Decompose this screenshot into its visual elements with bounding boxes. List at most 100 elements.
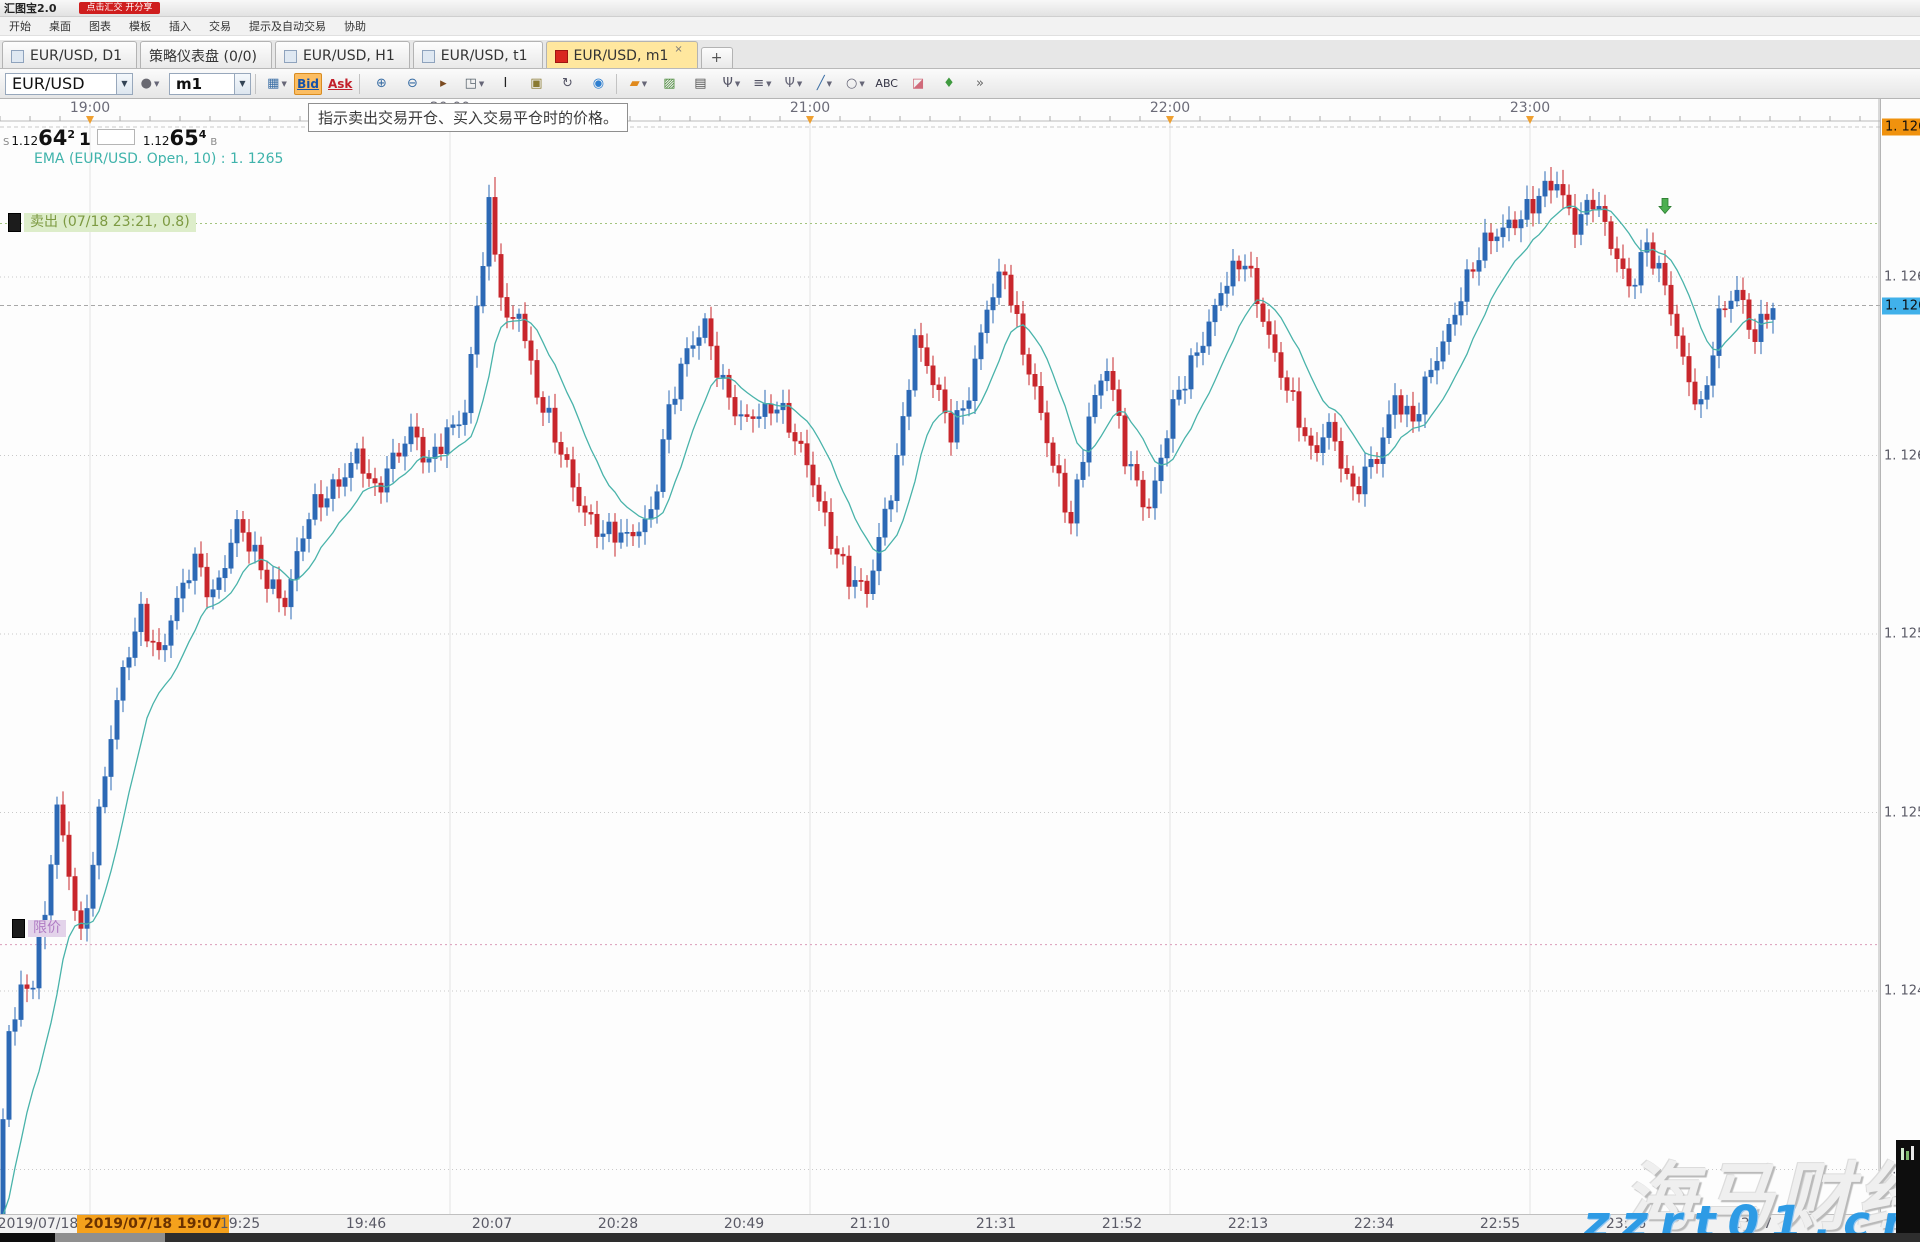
channels-icon-glyph: ≡ <box>753 76 764 91</box>
candle <box>703 319 707 338</box>
tab-1[interactable]: 策略仪表盘 (0/0) <box>140 41 272 68</box>
candle <box>73 876 77 910</box>
auto-scroll-icon[interactable]: ▸ <box>429 73 457 95</box>
order-square-marker[interactable] <box>12 919 25 938</box>
order-square-marker[interactable] <box>8 213 21 232</box>
candle <box>529 341 533 361</box>
chart-tab-icon <box>422 50 435 63</box>
menu-item-6[interactable]: 提示及自动交易 <box>240 18 335 34</box>
candle <box>1243 266 1247 269</box>
trendline-icon-glyph: ╱ <box>817 76 825 91</box>
candle <box>1435 361 1439 370</box>
candle <box>1447 324 1451 341</box>
tab-active-4[interactable]: EUR/USD, m1× <box>546 41 698 68</box>
tab-close-icon[interactable]: × <box>674 44 682 55</box>
new-tab-button[interactable]: + <box>701 47 733 68</box>
menu-item-2[interactable]: 图表 <box>80 18 120 34</box>
toolbar-overflow-icon[interactable]: » <box>966 73 994 95</box>
chart-type-icon-glyph: ▦ <box>267 76 279 91</box>
toolbar-separator <box>255 74 256 94</box>
candle <box>241 519 245 532</box>
candle <box>181 583 185 598</box>
menu-item-7[interactable]: 协助 <box>335 18 375 34</box>
chart-tab-icon <box>555 50 568 63</box>
candle <box>1597 206 1601 209</box>
candle <box>859 580 863 581</box>
candle <box>547 408 551 412</box>
price-grid-label: 1. 1255 <box>1884 627 1920 642</box>
candle <box>391 453 395 469</box>
refresh-icon[interactable]: ↻ <box>553 73 581 95</box>
bid-button[interactable]: Bid <box>294 73 322 95</box>
menu-item-1[interactable]: 桌面 <box>40 18 80 34</box>
period-select[interactable]: m1 <box>169 73 235 95</box>
zoom-out-icon[interactable]: ⊖ <box>398 73 426 95</box>
ellipse-icon[interactable]: ○▼ <box>841 73 869 95</box>
top-time-label: 19:00 <box>70 100 110 116</box>
candle <box>1627 269 1631 286</box>
candle <box>481 266 485 306</box>
dropdown-caret-icon: ▼ <box>642 80 647 88</box>
candle <box>907 390 911 416</box>
candle <box>511 317 515 318</box>
candle <box>829 512 833 548</box>
symbol-select-dropdown[interactable]: ▼ <box>117 73 133 95</box>
channels-icon[interactable]: ≡▼ <box>748 73 776 95</box>
candle <box>973 359 977 401</box>
sell-order-label[interactable]: 卖出 (07/18 23:21, 0.8) <box>8 213 196 232</box>
candle <box>1093 395 1097 417</box>
new-window-icon[interactable]: ▣ <box>522 73 550 95</box>
candle <box>247 532 251 551</box>
candle <box>733 397 737 416</box>
candle <box>853 580 857 586</box>
ask-price-big: 65 <box>170 128 199 148</box>
candle <box>1021 314 1025 355</box>
candle <box>943 390 947 413</box>
zoom-in-icon[interactable]: ⊕ <box>367 73 395 95</box>
tab-0[interactable]: EUR/USD, D1 <box>2 41 137 68</box>
cursor-icon[interactable]: I <box>491 73 519 95</box>
candle <box>1471 270 1475 272</box>
candle <box>157 642 161 650</box>
candle <box>1147 507 1151 508</box>
ruler-icon[interactable]: ▰▼ <box>624 73 652 95</box>
menu-item-0[interactable]: 开始 <box>0 18 40 34</box>
candle <box>445 428 449 454</box>
calendar-icon[interactable]: ▤ <box>686 73 714 95</box>
symbol-visibility-icon[interactable]: ●▼ <box>136 73 164 95</box>
candle <box>1339 441 1343 468</box>
tab-label: 策略仪表盘 (0/0) <box>149 46 257 66</box>
cursor-time-label: 2019/07/18 19:07 <box>77 1215 229 1233</box>
candle <box>1633 285 1637 286</box>
lot-input[interactable] <box>97 129 135 145</box>
candle <box>1459 301 1463 315</box>
symbol-select[interactable]: EUR/USD <box>5 73 117 95</box>
eraser-icon[interactable]: ◪ <box>904 73 932 95</box>
ask-button[interactable]: Ask <box>325 73 355 95</box>
text-icon[interactable]: ABC <box>872 73 901 95</box>
chart-shift-icon[interactable]: ◳▼ <box>460 73 488 95</box>
pitchfork-icon[interactable]: Ψ▼ <box>717 73 745 95</box>
fibonacci-icon[interactable]: Ψ▼ <box>779 73 807 95</box>
candle <box>1225 286 1229 293</box>
objects-list-icon[interactable]: ♦ <box>935 73 963 95</box>
tab-3[interactable]: EUR/USD, t1 <box>413 41 543 68</box>
trendline-icon[interactable]: ╱▼ <box>810 73 838 95</box>
candle <box>1759 314 1763 342</box>
candle <box>811 465 815 485</box>
photo-icon[interactable]: ▨ <box>655 73 683 95</box>
chart-canvas[interactable] <box>0 99 1880 1214</box>
candle <box>1333 422 1337 441</box>
period-select-dropdown[interactable]: ▼ <box>235 73 251 95</box>
menu-item-4[interactable]: 插入 <box>160 18 200 34</box>
chart-type-icon[interactable]: ▦▼ <box>263 73 291 95</box>
globe-icon[interactable]: ◉ <box>584 73 612 95</box>
price-axis[interactable]: 1. 12651. 12601. 12551. 12501. 12451. 12… <box>1880 99 1920 1214</box>
limit-order-label[interactable]: 限价 <box>12 919 66 938</box>
menu-item-5[interactable]: 交易 <box>200 18 240 34</box>
menu-item-3[interactable]: 模板 <box>120 18 160 34</box>
promo-badge[interactable]: 点击汇交 开分享 <box>79 2 161 14</box>
top-time-label: 22:00 <box>1150 100 1190 116</box>
candle <box>1417 414 1421 421</box>
tab-2[interactable]: EUR/USD, H1 <box>275 41 410 68</box>
